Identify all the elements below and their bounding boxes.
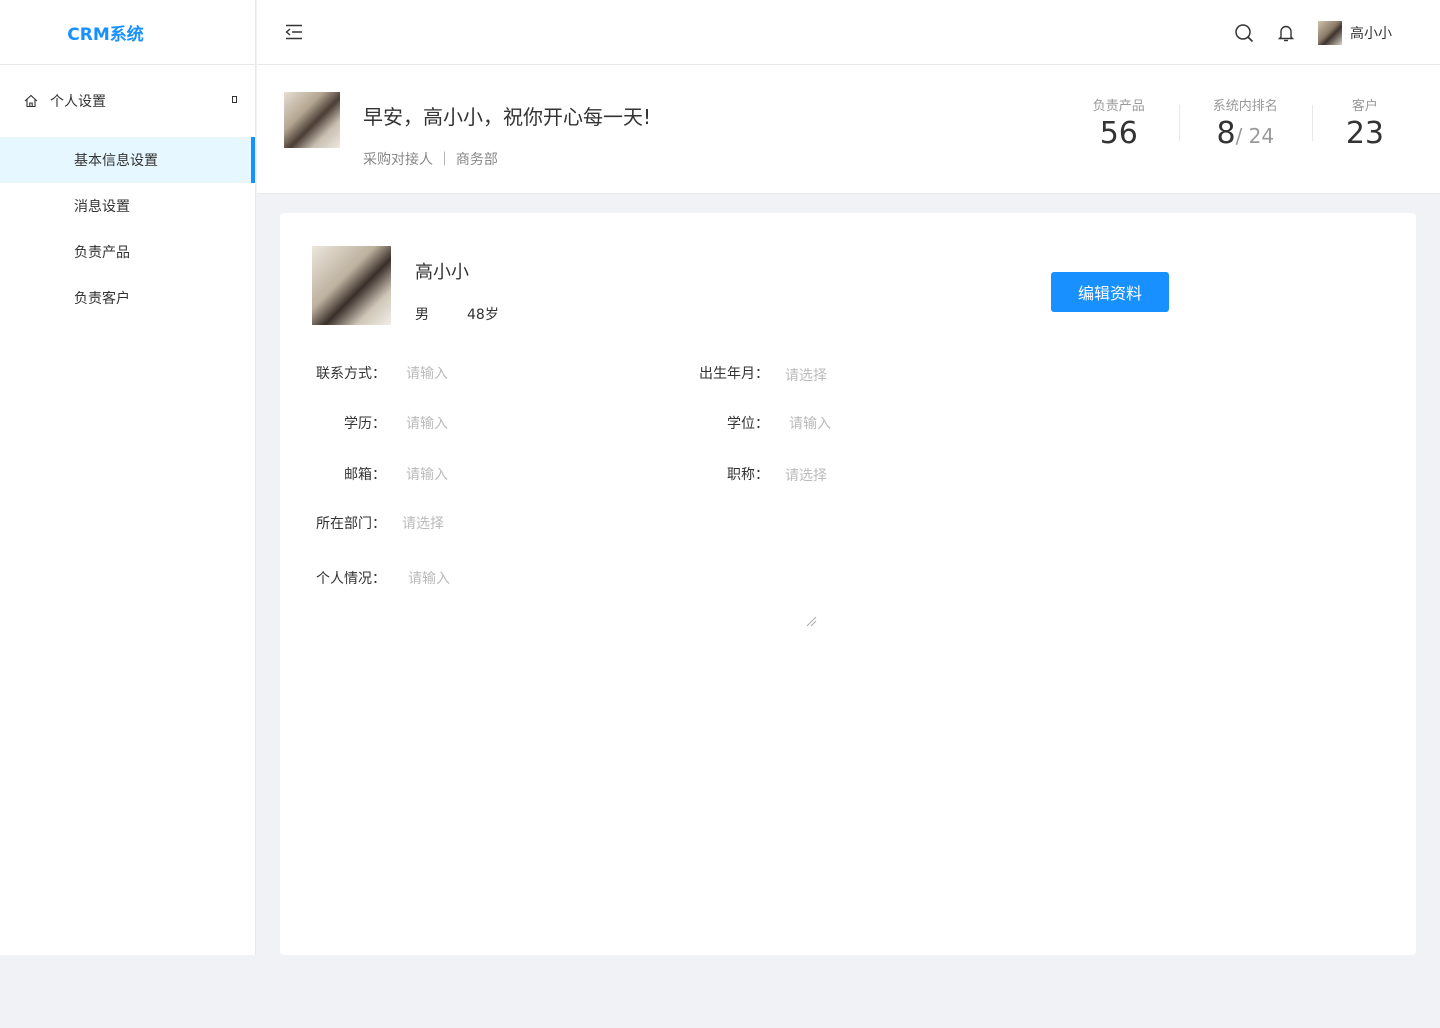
- stats: 负责产品 56 系统内排名 8/ 24 客户 23: [1059, 95, 1384, 151]
- avatar: [284, 92, 340, 148]
- job-title-select[interactable]: 请选择: [785, 465, 827, 485]
- birth-select[interactable]: 请选择: [785, 365, 827, 385]
- field-label: 学位：: [727, 416, 769, 432]
- stat-value-wrap: 8/ 24: [1213, 116, 1278, 151]
- topbar-actions: 高小小: [1234, 0, 1392, 65]
- stat-products: 负责产品 56: [1059, 95, 1179, 151]
- greeting-text: 早安，高小小，祝你开心每一天!: [363, 105, 652, 129]
- field-label: 职称：: [727, 467, 769, 483]
- home-icon: [24, 94, 38, 108]
- degree-input[interactable]: 请输入: [789, 413, 831, 433]
- sidebar-item-basic-info[interactable]: 基本信息设置: [0, 137, 255, 183]
- menu-group-label: 个人设置: [50, 94, 106, 110]
- bio-textarea[interactable]: 请输入: [408, 568, 450, 588]
- field-label: 出生年月：: [699, 366, 769, 382]
- app-logo[interactable]: CRM系统: [0, 0, 255, 65]
- bell-icon[interactable]: [1276, 23, 1296, 43]
- sidebar-item-message-settings[interactable]: 消息设置: [0, 183, 255, 229]
- sidebar-item-label: 负责产品: [74, 245, 130, 261]
- stat-ranking: 系统内排名 8/ 24: [1178, 95, 1312, 151]
- field-label: 联系方式：: [316, 366, 386, 382]
- field-label: 邮箱：: [344, 467, 386, 483]
- stat-total: / 24: [1235, 124, 1275, 148]
- stat-value: 56: [1099, 116, 1138, 151]
- topbar: 高小小: [257, 0, 1440, 65]
- topbar-username[interactable]: 高小小: [1350, 23, 1392, 43]
- contact-input[interactable]: 请输入: [406, 363, 448, 383]
- sidebar-item-label: 基本信息设置: [74, 153, 158, 169]
- edit-profile-button[interactable]: 编辑资料: [1051, 272, 1169, 312]
- sidebar-item-label: 负责客户: [74, 291, 130, 307]
- sidebar-item-customers[interactable]: 负责客户: [0, 275, 255, 321]
- profile-gender: 男: [415, 307, 429, 323]
- field-label: 所在部门：: [316, 516, 386, 532]
- stat-value: 8: [1216, 116, 1236, 151]
- stat-value: 23: [1345, 116, 1384, 151]
- email-input[interactable]: 请输入: [406, 464, 448, 484]
- profile-name: 高小小: [415, 262, 469, 283]
- menu-group-personal-settings[interactable]: 个人设置: [0, 65, 255, 137]
- avatar[interactable]: [1318, 20, 1342, 45]
- profile-card: 高小小 男 48岁 编辑资料 联系方式： 请输入 学历： 请输入 邮箱： 请输入…: [280, 213, 1416, 955]
- field-label: 学历：: [344, 416, 386, 432]
- field-label: 个人情况：: [316, 571, 386, 587]
- stat-label: 负责产品: [1092, 99, 1145, 114]
- avatar: [312, 246, 391, 325]
- education-input[interactable]: 请输入: [406, 413, 448, 433]
- welcome-header: 早安，高小小，祝你开心每一天! 采购对接人 ｜ 商务部 负责产品 56 系统内排…: [257, 65, 1440, 194]
- search-icon[interactable]: [1234, 23, 1254, 43]
- menu-fold-icon[interactable]: [284, 22, 304, 42]
- stat-customers: 客户 23: [1311, 95, 1384, 151]
- stat-label: 客户: [1351, 99, 1378, 114]
- profile-age: 48岁: [467, 307, 499, 323]
- stat-label: 系统内排名: [1212, 99, 1278, 114]
- sidebar-item-products[interactable]: 负责产品: [0, 229, 255, 275]
- sidebar: CRM系统 个人设置 基本信息设置 消息设置 负责产品 负责客户: [0, 0, 256, 955]
- resize-grip-icon[interactable]: [805, 615, 817, 627]
- department-select[interactable]: 请选择: [402, 513, 444, 533]
- sidebar-item-label: 消息设置: [74, 199, 130, 215]
- collapse-indicator-icon[interactable]: [232, 96, 237, 103]
- role-department: 采购对接人 ｜ 商务部: [363, 152, 498, 168]
- app-title: CRM系统: [67, 24, 144, 45]
